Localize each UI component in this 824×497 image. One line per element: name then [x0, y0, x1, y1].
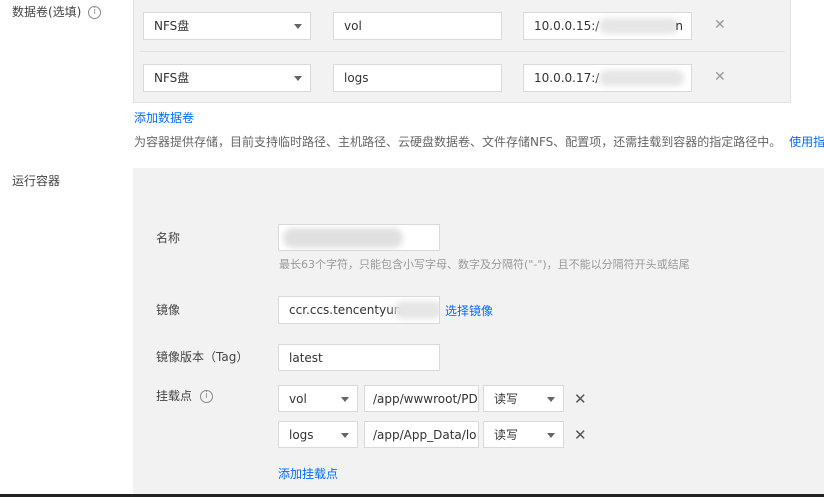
redacted-blur [394, 301, 439, 319]
add-volume-link[interactable]: 添加数据卷 [134, 109, 194, 126]
select-image-link[interactable]: 选择镜像 [445, 302, 493, 319]
caret-down-icon [547, 397, 555, 402]
volume-name-input-2[interactable]: logs [333, 64, 502, 92]
caret-down-icon [341, 397, 349, 402]
tag-label: 镜像版本（Tag） [156, 350, 249, 364]
tag-input[interactable]: latest [278, 344, 440, 371]
name-hint: 最长63个字符，只能包含小写字母、数字及分隔符("-")，且不能以分隔符开头或结… [279, 258, 690, 271]
redacted-blur [599, 18, 679, 34]
redacted-blur [599, 70, 684, 86]
image-label: 镜像 [156, 303, 181, 317]
caret-down-icon [341, 433, 349, 438]
remove-mount-close-icon-2[interactable]: ✕ [574, 427, 587, 443]
volumes-help-text: 为容器提供存储，目前支持临时路径、主机路径、云硬盘数据卷、文件存储NFS、配置项… [134, 133, 824, 150]
guide-link[interactable]: 使用指引 [789, 135, 824, 149]
container-section-label: 运行容器 [12, 174, 61, 188]
add-mount-link[interactable]: 添加挂载点 [278, 465, 338, 482]
caret-down-icon [294, 24, 302, 29]
volume-type-select-1[interactable]: NFS盘 [143, 12, 311, 40]
info-circle-icon[interactable]: i [199, 390, 213, 403]
volume-name-input-1[interactable]: vol [333, 12, 502, 40]
caret-down-icon [547, 433, 555, 438]
mount-volume-select-1[interactable]: vol [278, 385, 358, 412]
name-input[interactable] [278, 224, 440, 251]
caret-down-icon [294, 76, 302, 81]
mount-mode-select-1[interactable]: 读写 [483, 385, 564, 412]
remove-volume-close-icon-1[interactable]: ✕ [714, 17, 726, 33]
info-circle-icon[interactable]: i [88, 6, 102, 19]
image-input[interactable]: ccr.ccs.tencentyun. [278, 296, 440, 324]
volumes-divider [140, 51, 785, 52]
remove-volume-close-icon-2[interactable]: ✕ [714, 69, 726, 85]
mount-path-input-1[interactable]: /app/wwwroot/PD [364, 385, 479, 412]
volumes-label: 数据卷(选填) i [12, 3, 102, 21]
volume-path-input-2[interactable]: 10.0.0.17:/ [523, 64, 692, 92]
mount-volume-select-2[interactable]: logs [278, 421, 358, 448]
remove-mount-close-icon-1[interactable]: ✕ [574, 391, 587, 407]
redacted-blur [283, 228, 403, 248]
volume-path-input-1[interactable]: 10.0.0.15:/ n [523, 12, 692, 40]
mount-label: 挂载点 i [156, 387, 213, 405]
mount-path-input-2[interactable]: /app/App_Data/lo [364, 421, 479, 448]
name-label: 名称 [156, 231, 181, 245]
mount-mode-select-2[interactable]: 读写 [483, 421, 564, 448]
volume-type-select-2[interactable]: NFS盘 [143, 64, 311, 92]
